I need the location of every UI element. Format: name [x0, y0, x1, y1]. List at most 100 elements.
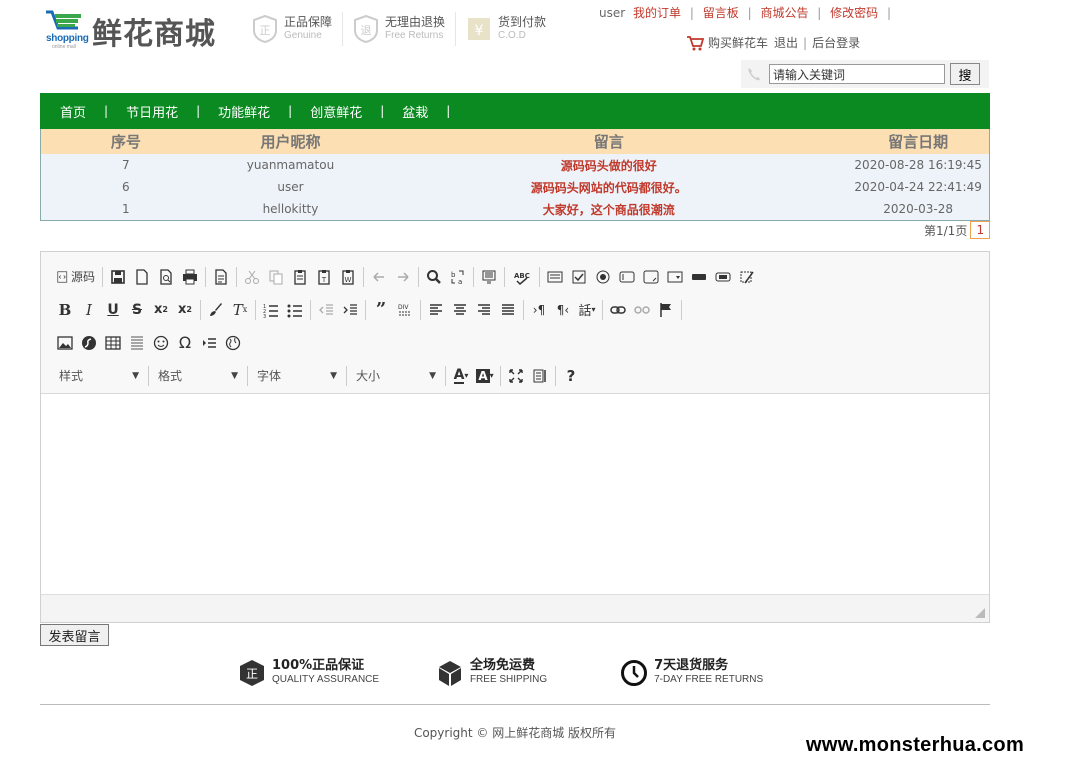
print-button[interactable] [178, 266, 202, 288]
site-name: 鲜花商城 [92, 17, 216, 52]
link-my-orders[interactable]: 我的订单 [633, 6, 681, 20]
preview-button[interactable] [154, 266, 178, 288]
nav-separator: | [817, 6, 822, 20]
link-change-password[interactable]: 修改密码 [830, 6, 878, 20]
username: user [599, 6, 626, 20]
button-button[interactable] [687, 266, 711, 288]
text-color-button[interactable]: A ▾ [449, 365, 473, 387]
flash-icon [82, 335, 96, 350]
undo-button[interactable] [367, 266, 391, 288]
nav-separator: | [887, 6, 892, 20]
nav-item-home[interactable]: 首页 [60, 102, 86, 121]
smiley-button[interactable] [149, 332, 173, 354]
textfield-button[interactable] [615, 266, 639, 288]
bg-color-button[interactable]: A ▾ [473, 365, 497, 387]
site-logo[interactable]: shopping online mall 鲜花商城 [44, 6, 224, 52]
bold-button[interactable]: B [53, 299, 77, 321]
smiley-icon [153, 335, 169, 350]
new-page-button[interactable] [130, 266, 154, 288]
remove-format-button[interactable]: Tx [228, 299, 252, 321]
link-announcements[interactable]: 商城公告 [760, 6, 808, 20]
nav-item-creative-flowers[interactable]: 创意鲜花 [310, 102, 362, 121]
anchor-button[interactable] [654, 299, 678, 321]
show-blocks-button[interactable] [528, 365, 552, 387]
radio-button[interactable] [591, 266, 615, 288]
numbered-list-button[interactable]: 123 [259, 299, 283, 321]
special-char-button[interactable]: Ω [173, 332, 197, 354]
select-all-button[interactable] [477, 266, 501, 288]
link-button[interactable] [606, 299, 630, 321]
nav-item-functional-flowers[interactable]: 功能鲜花 [218, 102, 270, 121]
editor-content-area[interactable] [41, 394, 989, 594]
strikethrough-button[interactable]: S [125, 299, 149, 321]
search-input[interactable] [769, 64, 945, 84]
superscript-button[interactable]: x2 [173, 299, 197, 321]
italic-button[interactable]: I [77, 299, 101, 321]
font-dropdown[interactable]: 字体 ▼ [251, 365, 343, 387]
table-button[interactable] [101, 332, 125, 354]
size-dropdown-label: 大小 [356, 369, 381, 383]
chevron-down-icon: ▼ [231, 370, 238, 381]
link-logout[interactable]: 退出 [774, 34, 798, 51]
indent-button[interactable] [338, 299, 362, 321]
replace-button[interactable]: ba [446, 266, 470, 288]
search-button[interactable]: 搜 [950, 63, 980, 85]
form-button[interactable] [543, 266, 567, 288]
textarea-button[interactable] [639, 266, 663, 288]
redo-button[interactable] [391, 266, 415, 288]
image-button-button[interactable] [711, 266, 735, 288]
copy-format-button[interactable] [204, 299, 228, 321]
underline-button[interactable]: U [101, 299, 125, 321]
about-button[interactable]: ? [559, 365, 583, 387]
nav-item-potted-plants[interactable]: 盆栽 [402, 102, 428, 121]
maximize-button[interactable] [504, 365, 528, 387]
source-button[interactable]: 源码 [53, 266, 99, 288]
table-row: 1 hellokitty 大家好，这个商品很潮流 2020-03-28 [41, 198, 989, 220]
styles-dropdown[interactable]: 样式 ▼ [53, 365, 145, 387]
table-icon [105, 335, 121, 350]
hidden-field-button[interactable] [735, 266, 759, 288]
submit-message-button[interactable]: 发表留言 [40, 624, 109, 646]
create-div-button[interactable]: DIV [393, 299, 417, 321]
bulleted-list-button[interactable] [283, 299, 307, 321]
paste-word-button[interactable]: W [336, 266, 360, 288]
toolbar-row: B I U S x2 x2 Tx 123 ” DIV ›¶ ¶‹ 話 ▾ [53, 293, 989, 326]
ltr-button[interactable]: ›¶ [527, 299, 551, 321]
save-button[interactable] [106, 266, 130, 288]
resize-grip-icon[interactable] [975, 608, 985, 618]
format-dropdown[interactable]: 格式 ▼ [152, 365, 244, 387]
align-left-button[interactable] [424, 299, 448, 321]
horizontal-rule-button[interactable] [125, 332, 149, 354]
outdent-button[interactable] [314, 299, 338, 321]
paste-button[interactable] [288, 266, 312, 288]
page-number-current[interactable]: 1 [970, 221, 991, 239]
size-dropdown[interactable]: 大小 ▼ [350, 365, 442, 387]
iframe-button[interactable] [221, 332, 245, 354]
blockquote-button[interactable]: ” [369, 299, 393, 321]
spellcheck-button[interactable]: ABC [508, 266, 536, 288]
cut-button[interactable] [240, 266, 264, 288]
align-center-button[interactable] [448, 299, 472, 321]
justify-button[interactable] [496, 299, 520, 321]
nav-item-holiday-flowers[interactable]: 节日用花 [126, 102, 178, 121]
page-break-button[interactable] [197, 332, 221, 354]
link-cart[interactable]: 购买鲜花车 [708, 34, 768, 51]
paste-text-button[interactable]: T [312, 266, 336, 288]
unlink-button[interactable] [630, 299, 654, 321]
column-header-user: 用户昵称 [260, 133, 321, 151]
select-button[interactable] [663, 266, 687, 288]
link-admin-login[interactable]: 后台登录 [812, 34, 860, 51]
rtl-button[interactable]: ¶‹ [551, 299, 575, 321]
language-button[interactable]: 話 ▾ [575, 299, 599, 321]
toolbar-separator [602, 299, 603, 320]
copy-button[interactable] [264, 266, 288, 288]
link-message-board[interactable]: 留言板 [703, 6, 739, 20]
checkbox-button[interactable] [567, 266, 591, 288]
find-button[interactable] [422, 266, 446, 288]
templates-button[interactable] [209, 266, 233, 288]
image-button[interactable] [53, 332, 77, 354]
subscript-button[interactable]: x2 [149, 299, 173, 321]
align-right-button[interactable] [472, 299, 496, 321]
toolbar-separator [445, 365, 446, 386]
flash-button[interactable] [77, 332, 101, 354]
